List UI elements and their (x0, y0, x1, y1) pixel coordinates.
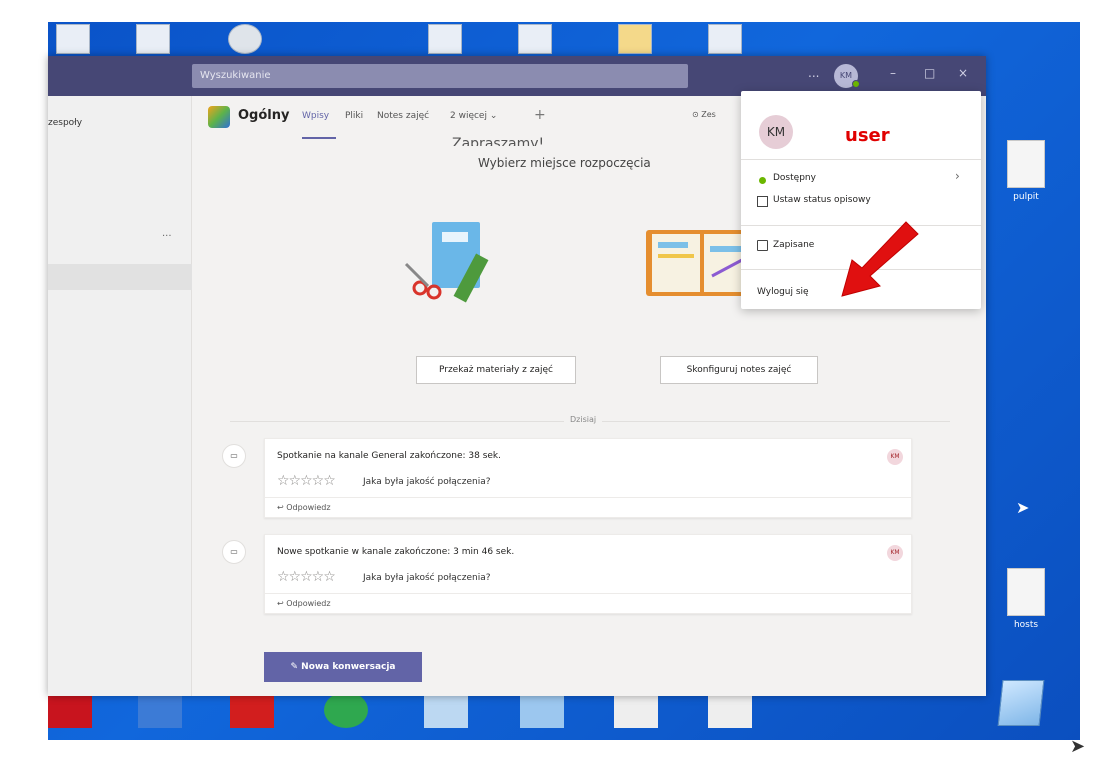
desktop-icon[interactable] (708, 24, 742, 54)
tab-files[interactable]: Pliki (345, 111, 363, 121)
menu-divider (741, 159, 981, 160)
tab-posts[interactable]: Wpisy (302, 111, 329, 121)
compose-icon: ✎ (290, 662, 299, 672)
team-button[interactable]: ⊙ Zes (692, 110, 716, 119)
desktop-icon-label: hosts (1013, 620, 1039, 630)
selected-channel-item[interactable] (48, 264, 192, 290)
avatar[interactable]: KM (759, 115, 793, 149)
welcome-subtitle: Wybierz miejsce rozpoczęcia (478, 156, 651, 170)
class-materials-illustration (404, 222, 489, 303)
download-app-icon[interactable] (48, 692, 92, 728)
screenshot-frame: pulpit hosts ➤ Wyszukiwanie ... KM – □ × (0, 0, 1108, 769)
teams-list-panel: zespoły ... (48, 96, 192, 696)
folder-icon[interactable] (618, 24, 652, 54)
add-tab-button[interactable]: + (534, 107, 546, 123)
status-message-icon (757, 196, 768, 207)
desktop-bottom-icons (48, 692, 1080, 740)
sign-out-item[interactable]: Wyloguj się (757, 287, 809, 297)
message-title: Spotkanie na kanale General zakończone: … (277, 451, 501, 461)
avatar: KM (887, 545, 903, 561)
new-conversation-button[interactable]: ✎ Nowa konwersacja (264, 652, 422, 682)
app-shortcut-icon[interactable] (324, 692, 368, 728)
rating-question: Jaka była jakość połączenia? (363, 477, 491, 487)
desktop-icon-label: pulpit (1013, 192, 1039, 202)
message-title: Nowe spotkanie w kanale zakończone: 3 mi… (277, 547, 515, 557)
close-button[interactable]: × (958, 66, 968, 80)
date-divider-label: Dzisiaj (564, 415, 603, 424)
desktop-top-icons (48, 22, 1080, 58)
app-shortcut-icon[interactable] (424, 692, 468, 728)
desktop-icon-hosts[interactable]: hosts (996, 568, 1056, 630)
status-dot-icon (759, 177, 766, 184)
feed-message: Nowe spotkanie w kanale zakończone: 3 mi… (264, 534, 912, 614)
user-annotation-label: user (845, 125, 890, 146)
welcome-heading: Zapraszamy! (452, 136, 545, 146)
status-available-item[interactable]: Dostępny (773, 173, 816, 183)
more-options-button[interactable]: ... (808, 66, 819, 80)
rating-question: Jaka była jakość połączenia? (363, 573, 491, 583)
mouse-cursor-icon: ➤ (1016, 498, 1030, 517)
desktop-icon-pulpit[interactable]: pulpit (996, 140, 1056, 202)
star-rating-icon[interactable]: ☆☆☆☆☆ (277, 569, 336, 585)
feed-message: Spotkanie na kanale General zakończone: … (264, 438, 912, 518)
desktop-icon[interactable] (428, 24, 462, 54)
red-arrow-annotation-icon (841, 221, 919, 297)
set-status-message-item[interactable]: Ustaw status opisowy (773, 195, 871, 205)
document-icon[interactable] (708, 692, 752, 728)
tab-class-notebook[interactable]: Notes zajęć (377, 111, 429, 121)
desktop-icon[interactable] (136, 24, 170, 54)
file-icon (1007, 568, 1045, 616)
bookmark-icon (757, 240, 768, 251)
channel-name: Ogólny (238, 108, 290, 123)
meeting-icon: ▭ (222, 540, 246, 564)
star-rating-icon[interactable]: ☆☆☆☆☆ (277, 473, 336, 489)
search-input[interactable]: Wyszukiwanie (192, 64, 688, 88)
desktop-icon[interactable] (56, 24, 90, 54)
acrobat-icon[interactable] (230, 692, 274, 728)
file-icon (1007, 140, 1045, 188)
minimize-button[interactable]: – (890, 66, 896, 80)
title-bar: Wyszukiwanie ... KM – □ × (48, 56, 986, 96)
meeting-icon: ▭ (222, 444, 246, 468)
team-logo-icon (208, 106, 230, 128)
avatar: KM (887, 449, 903, 465)
presence-indicator (852, 80, 860, 88)
mouse-cursor-icon: ➤ (1070, 736, 1086, 757)
document-icon[interactable] (614, 692, 658, 728)
desktop-icon[interactable] (228, 24, 262, 54)
saved-item[interactable]: Zapisane (773, 240, 814, 250)
active-tab-indicator (302, 137, 336, 139)
panel-title: zespoły (48, 118, 83, 128)
tab-more[interactable]: 2 więcej ⌄ (450, 111, 497, 121)
reply-button[interactable]: ↩ Odpowiedz (265, 593, 911, 614)
share-materials-button[interactable]: Przekaż materiały z zajęć (416, 356, 576, 384)
desktop-icon[interactable] (518, 24, 552, 54)
new-conversation-label: Nowa konwersacja (301, 662, 396, 672)
team-more-button[interactable]: ... (162, 228, 172, 239)
reply-button[interactable]: ↩ Odpowiedz (265, 497, 911, 518)
app-shortcut-icon[interactable] (138, 692, 182, 728)
setup-notebook-button[interactable]: Skonfiguruj notes zajęć (660, 356, 818, 384)
folder-icon[interactable] (520, 692, 564, 728)
chevron-right-icon[interactable]: › (955, 169, 960, 183)
maximize-button[interactable]: □ (924, 66, 935, 80)
